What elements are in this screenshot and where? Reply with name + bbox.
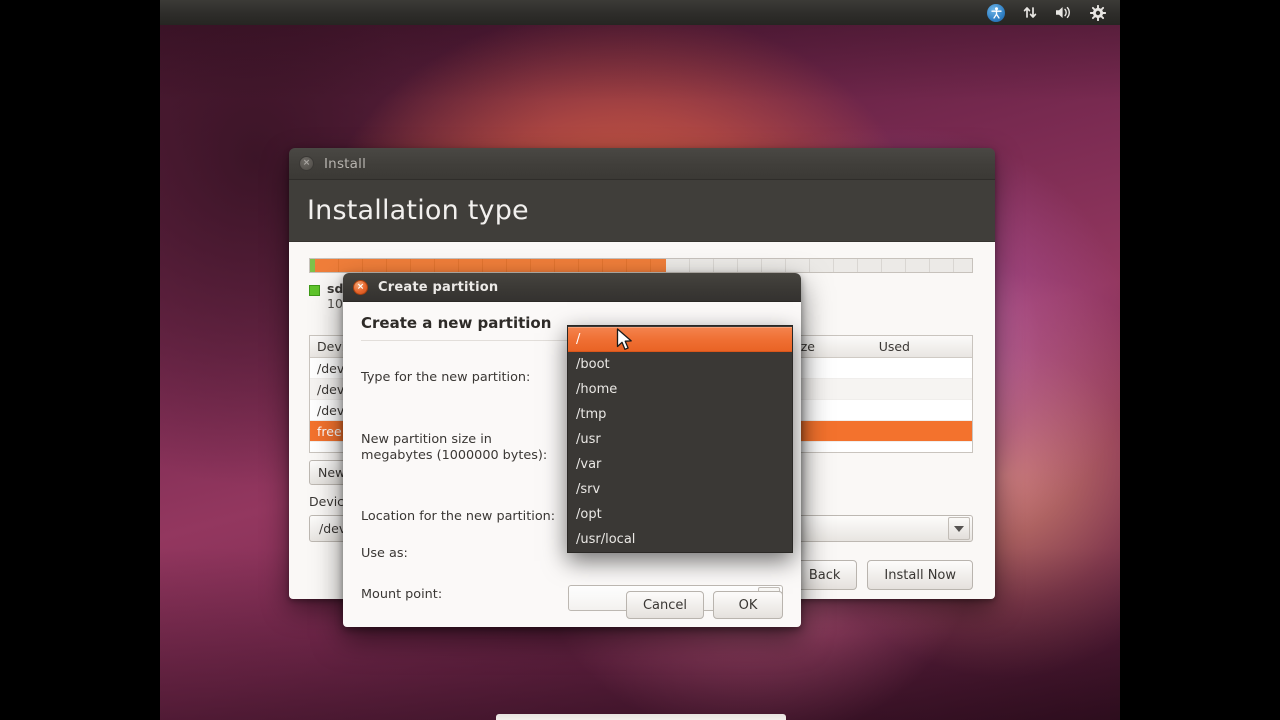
- chevron-down-icon[interactable]: [948, 517, 970, 540]
- accessibility-person-glyph: [990, 6, 1002, 19]
- background-window-edge: [496, 714, 786, 720]
- ok-button[interactable]: OK: [713, 591, 783, 619]
- network-icon[interactable]: [1020, 3, 1040, 23]
- cancel-button[interactable]: Cancel: [625, 591, 704, 619]
- legend-device-name: sd: [327, 281, 344, 296]
- label-new-partition-size: New partition size in megabytes (1000000…: [361, 432, 547, 463]
- legend-color-swatch: [309, 285, 320, 296]
- dialog-footer: Cancel OK: [343, 591, 801, 619]
- dropdown-item-tmp[interactable]: /tmp: [568, 402, 792, 427]
- page-title: Installation type: [307, 195, 529, 226]
- label-new-partition-size-line2: megabytes (1000000 bytes):: [361, 447, 548, 463]
- screen: × Install Installation type sd 104 Devic…: [0, 0, 1280, 720]
- label-type-for-new-partition: Type for the new partition:: [361, 370, 531, 385]
- install-window-title: Install: [324, 155, 367, 172]
- partition-bar-used: [315, 259, 666, 272]
- dropdown-item-srv[interactable]: /srv: [568, 477, 792, 502]
- boot-loader-label: Devic: [309, 494, 345, 509]
- mount-point-dropdown-list[interactable]: / /boot /home /tmp /usr /var /srv /opt /…: [567, 325, 793, 553]
- top-panel: [160, 0, 1120, 25]
- partition-bar-free: [665, 259, 972, 272]
- create-partition-title: Create partition: [378, 279, 499, 295]
- dropdown-item-usr-local[interactable]: /usr/local: [568, 527, 792, 552]
- dropdown-item-home[interactable]: /home: [568, 377, 792, 402]
- create-partition-titlebar: × Create partition: [343, 273, 801, 302]
- install-titlebar: × Install: [289, 148, 995, 180]
- close-icon[interactable]: ×: [299, 156, 314, 171]
- partition-usage-bar: [309, 258, 973, 273]
- back-button[interactable]: Back: [791, 560, 858, 590]
- volume-icon[interactable]: [1054, 3, 1074, 23]
- dropdown-item-usr[interactable]: /usr: [568, 427, 792, 452]
- close-icon[interactable]: ×: [353, 279, 368, 295]
- install-header: Installation type: [289, 180, 995, 242]
- label-new-partition-size-line1: New partition size in: [361, 432, 492, 447]
- dropdown-item-boot[interactable]: /boot: [568, 352, 792, 377]
- settings-gear-icon[interactable]: [1088, 3, 1108, 23]
- dropdown-item-root[interactable]: /: [568, 327, 792, 352]
- accessibility-icon[interactable]: [986, 3, 1006, 23]
- label-use-as: Use as:: [361, 546, 408, 561]
- label-location-for-new-partition: Location for the new partition:: [361, 509, 556, 524]
- dropdown-item-opt[interactable]: /opt: [568, 502, 792, 527]
- column-header-used: Used: [878, 339, 910, 354]
- dropdown-item-var[interactable]: /var: [568, 452, 792, 477]
- install-now-button[interactable]: Install Now: [867, 560, 973, 590]
